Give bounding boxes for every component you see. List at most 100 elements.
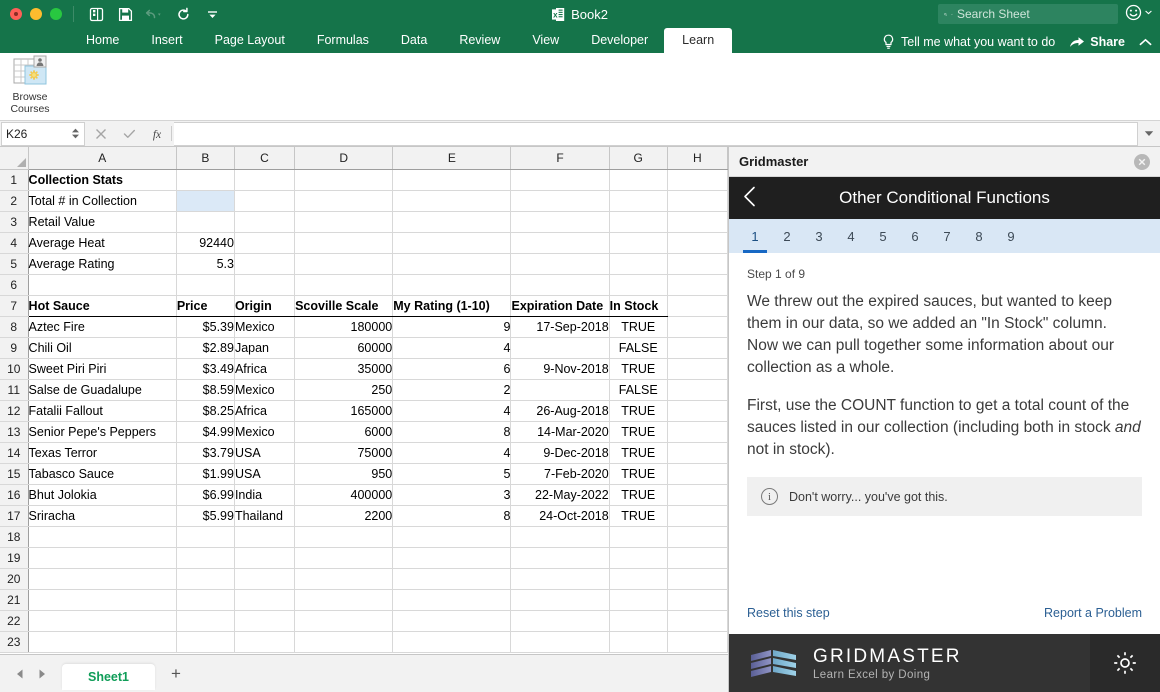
cell-F12[interactable]: 26-Aug-2018 [510,400,610,422]
cell-empty[interactable] [234,631,296,653]
cell-A3[interactable]: Retail Value [28,211,177,233]
cell-empty[interactable] [609,253,668,275]
cell-empty[interactable] [234,169,296,191]
cell-A12[interactable]: Fatalii Fallout [28,400,177,422]
cell-empty[interactable] [176,589,235,611]
cell-empty[interactable] [510,631,610,653]
row-header-10[interactable]: 10 [0,358,29,380]
tab-review[interactable]: Review [443,28,516,53]
cell-empty[interactable] [667,526,728,548]
cell-E14[interactable]: 4 [392,442,512,464]
cell-D7[interactable]: Scoville Scale [294,295,394,317]
row-header-8[interactable]: 8 [0,316,29,338]
cell-empty[interactable] [392,589,512,611]
column-header-E[interactable]: E [392,147,512,170]
cell-E13[interactable]: 8 [392,421,512,443]
search-input[interactable] [957,7,1112,21]
cell-empty[interactable] [609,610,668,632]
step-tab-4[interactable]: 4 [835,219,867,253]
settings-button[interactable] [1090,634,1160,692]
cell-empty[interactable] [234,526,296,548]
cell-empty[interactable] [176,631,235,653]
cell-A15[interactable]: Tabasco Sauce [28,463,177,485]
browse-courses-button[interactable]: Browse Courses [4,55,56,115]
formula-input[interactable] [174,121,1138,146]
cell-A11[interactable]: Salse de Guadalupe [28,379,177,401]
cell-empty[interactable] [667,190,728,212]
cell-C8[interactable]: Mexico [234,316,296,338]
cell-A14[interactable]: Texas Terror [28,442,177,464]
cell-empty[interactable] [609,274,668,296]
cell-empty[interactable] [609,169,668,191]
next-sheet-icon[interactable] [36,668,48,680]
tab-page-layout[interactable]: Page Layout [199,28,301,53]
cell-E7[interactable]: My Rating (1-10) [392,295,512,317]
close-window-button[interactable] [10,8,22,20]
tab-home[interactable]: Home [70,28,135,53]
column-header-A[interactable]: A [28,147,177,170]
cell-empty[interactable] [609,211,668,233]
cell-F7[interactable]: Expiration Date [510,295,610,317]
cell-B5[interactable]: 5.3 [176,253,235,275]
cell-empty[interactable] [510,190,610,212]
panel-close-button[interactable] [1134,153,1150,170]
cell-empty[interactable] [667,589,728,611]
cell-D13[interactable]: 6000 [294,421,394,443]
cell-B11[interactable]: $8.59 [176,379,235,401]
cell-G11[interactable]: FALSE [609,379,668,401]
column-header-D[interactable]: D [294,147,394,170]
cell-empty[interactable] [667,379,728,401]
column-header-B[interactable]: B [176,147,235,170]
cell-empty[interactable] [392,631,512,653]
cell-C15[interactable]: USA [234,463,296,485]
cell-empty[interactable] [667,631,728,653]
cell-empty[interactable] [667,547,728,569]
minimize-window-button[interactable] [30,8,42,20]
row-header-23[interactable]: 23 [0,631,29,653]
tab-data[interactable]: Data [385,28,443,53]
cell-empty[interactable] [234,232,296,254]
row-header-18[interactable]: 18 [0,526,29,548]
cell-B8[interactable]: $5.39 [176,316,235,338]
cell-C7[interactable]: Origin [234,295,296,317]
tab-view[interactable]: View [516,28,575,53]
cell-empty[interactable] [294,190,394,212]
cell-A9[interactable]: Chili Oil [28,337,177,359]
reset-step-link[interactable]: Reset this step [747,606,830,620]
cell-A2[interactable]: Total # in Collection [28,190,177,212]
cell-D11[interactable]: 250 [294,379,394,401]
cell-E9[interactable]: 4 [392,337,512,359]
cell-G8[interactable]: TRUE [609,316,668,338]
cell-F8[interactable]: 17-Sep-2018 [510,316,610,338]
select-all-corner[interactable] [0,147,29,170]
cell-empty[interactable] [667,610,728,632]
step-tab-1[interactable]: 1 [739,219,771,253]
cell-empty[interactable] [176,610,235,632]
row-header-2[interactable]: 2 [0,190,29,212]
row-header-3[interactable]: 3 [0,211,29,233]
search-sheet-box[interactable] [938,4,1118,24]
cell-A10[interactable]: Sweet Piri Piri [28,358,177,380]
row-header-20[interactable]: 20 [0,568,29,590]
cell-empty[interactable] [609,631,668,653]
cell-empty[interactable] [392,169,512,191]
step-tab-6[interactable]: 6 [899,219,931,253]
cell-A8[interactable]: Aztec Fire [28,316,177,338]
cell-empty[interactable] [510,589,610,611]
row-header-5[interactable]: 5 [0,253,29,275]
cell-empty[interactable] [294,274,394,296]
cell-E15[interactable]: 5 [392,463,512,485]
cell-empty[interactable] [28,274,177,296]
cell-empty[interactable] [176,211,235,233]
cell-empty[interactable] [667,463,728,485]
cell-empty[interactable] [609,568,668,590]
cell-empty[interactable] [28,568,177,590]
cell-empty[interactable] [667,568,728,590]
cell-empty[interactable] [176,190,235,212]
insert-function-button[interactable]: fx [143,122,171,146]
feedback-menu[interactable] [1125,4,1152,21]
cell-D14[interactable]: 75000 [294,442,394,464]
spreadsheet-grid[interactable]: ABCDEFGH 1 Collection Stats 2 Total # in Co… [0,147,728,654]
column-header-G[interactable]: G [609,147,668,170]
cell-A1[interactable]: Collection Stats [28,169,177,191]
